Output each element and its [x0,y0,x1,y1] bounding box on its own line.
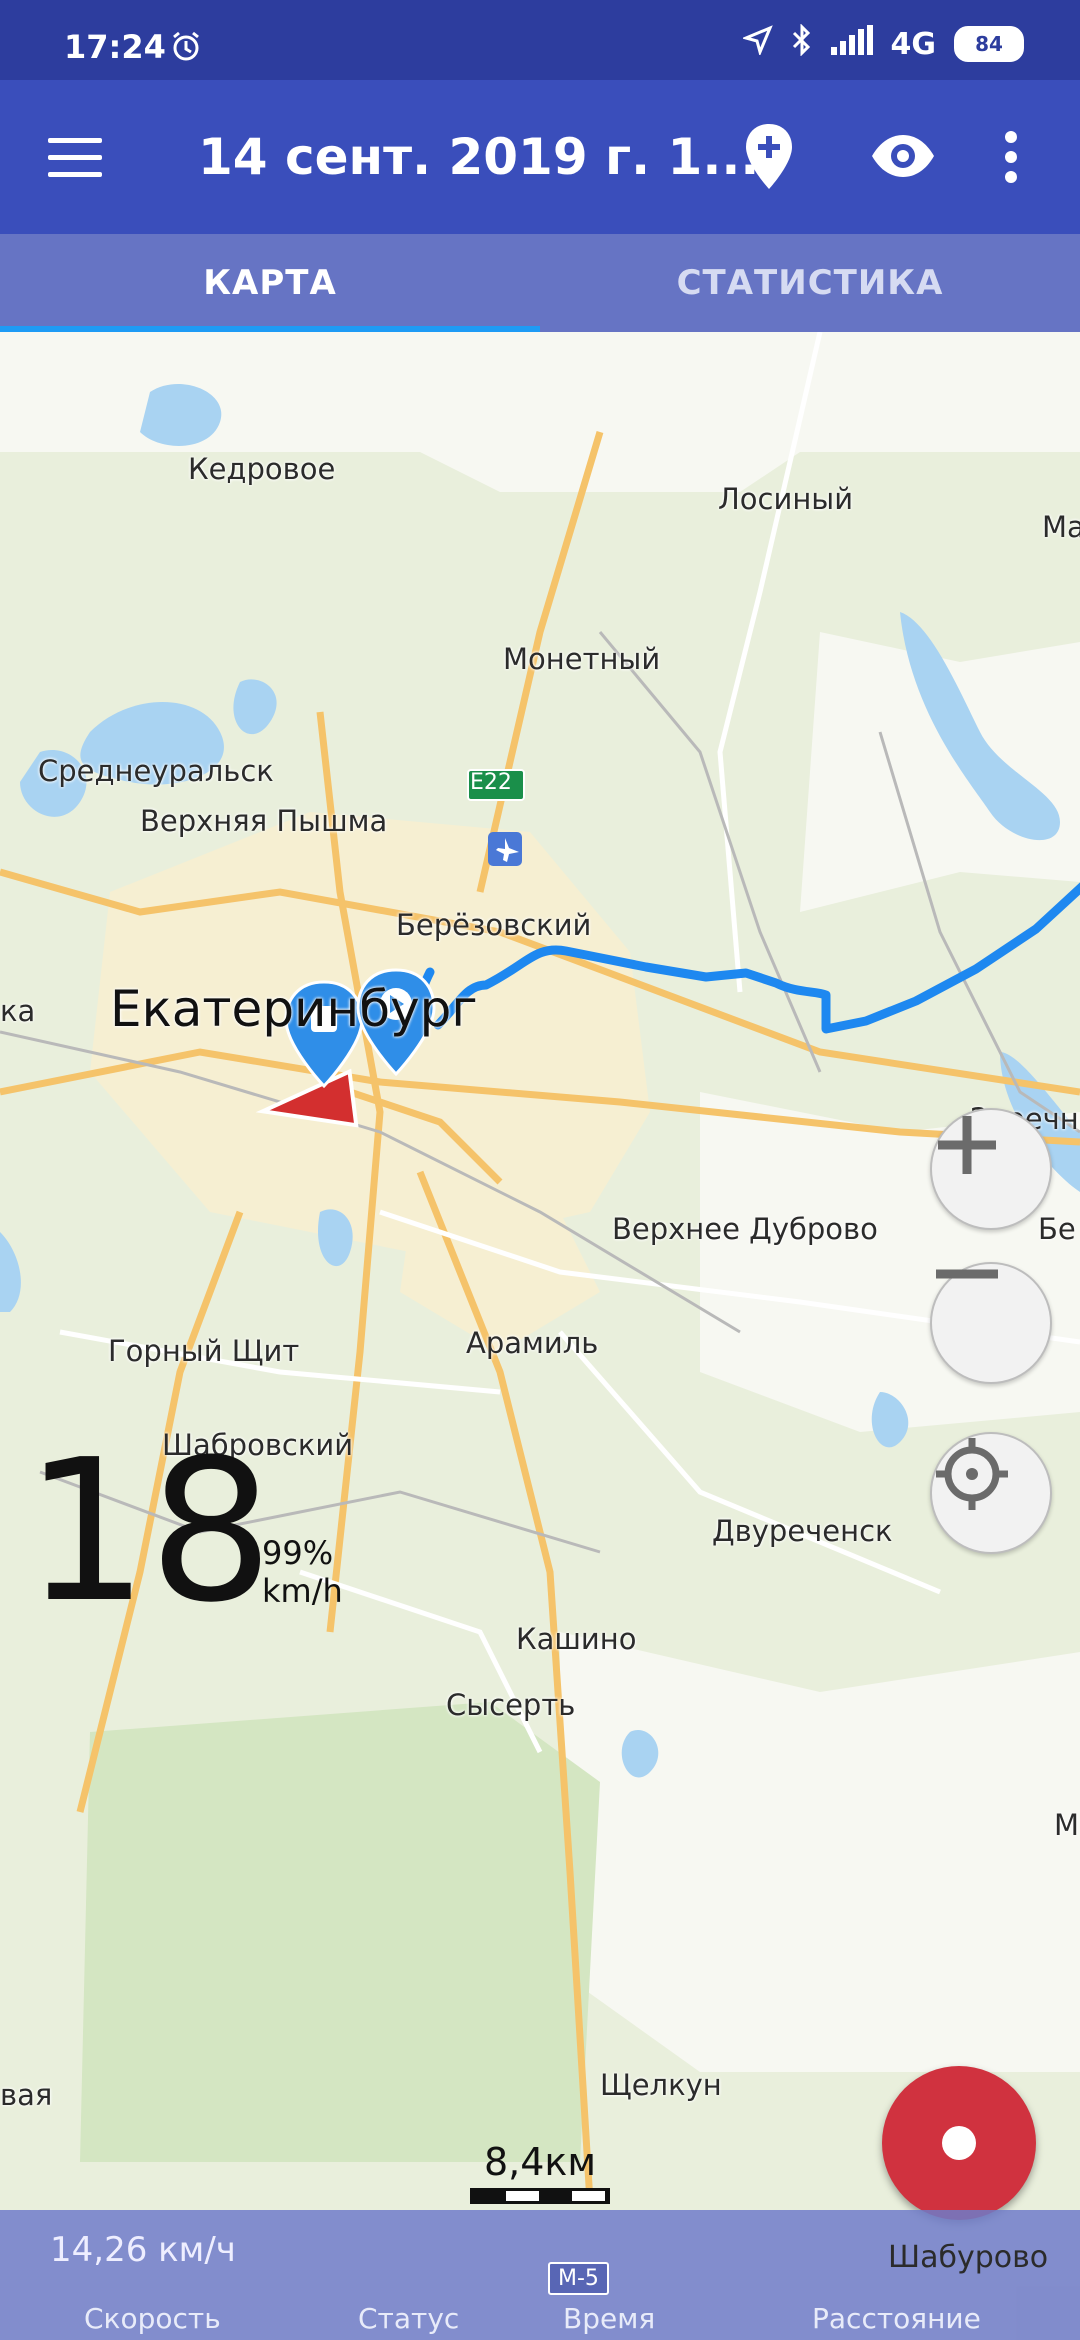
stats-bar: 14,26 км/ч M-5 Шабурово Скорость Статус … [0,2210,1080,2340]
place-label: Арамиль [466,1326,599,1360]
place-label: Верхняя Пышма [140,804,388,838]
alarm-icon [170,30,202,66]
road-label-m5: M-5 [548,2262,609,2295]
scale-label: 8,4км [483,2140,597,2184]
place-label: ка [0,994,36,1028]
clock: 17:24 [64,28,166,66]
stat-label-speed: Скорость [84,2302,221,2335]
place-label: Щелкун [600,2068,722,2102]
map-scale: 8,4км [470,2140,610,2204]
place-label: Шабурово [888,2240,1049,2275]
place-label: Сысерть [446,1688,576,1722]
road-label-e22: E22 [470,770,512,795]
place-label: Монетный [503,642,661,676]
place-label: М [1054,1808,1080,1842]
eye-icon[interactable] [870,132,936,184]
menu-icon[interactable] [48,138,102,178]
stat-label-status: Статус [358,2302,460,2335]
place-label: Двуреченск [712,1514,893,1548]
tab-map[interactable]: КАРТА [0,234,540,332]
stat-label-time: Время [563,2302,656,2335]
location-arrow-icon [740,25,773,63]
locate-button[interactable] [930,1432,1052,1554]
signal-icon [830,25,873,63]
accuracy-percent: 99% [262,1534,334,1572]
record-icon [942,2126,976,2160]
place-label: Ма [1042,510,1080,544]
speed-unit: km/h [262,1572,343,1610]
speed-stat-value: 14,26 км/ч [50,2230,236,2270]
map-canvas [0,332,1080,2210]
city-label: Екатеринбург [110,980,478,1038]
current-speed-value: 18 [24,1418,274,1646]
place-label: Лосиный [718,482,854,516]
app-bar: 14 сент. 2019 г. 1... [0,80,1080,234]
more-vert-icon[interactable] [1004,130,1018,188]
place-label: Кашино [516,1622,637,1656]
place-label: Бе [1038,1212,1076,1246]
tab-statistics[interactable]: СТАТИСТИКА [540,234,1080,332]
scale-bar [470,2188,610,2204]
record-button[interactable] [882,2066,1036,2220]
add-pin-icon[interactable] [742,122,796,196]
battery-indicator: 84 [954,26,1024,62]
place-label: Среднеуральск [38,754,274,788]
zoom-out-button[interactable] [930,1262,1052,1384]
place-label: Горный Щит [108,1334,300,1368]
place-label: Верхнее Дуброво [612,1212,878,1246]
page-title: 14 сент. 2019 г. 1... [198,128,760,186]
zoom-in-button[interactable] [930,1108,1052,1230]
network-type: 4G [890,26,937,62]
tab-bar: КАРТА СТАТИСТИКА [0,234,1080,332]
airport-icon [488,832,522,866]
place-label: Берёзовский [396,908,592,942]
place-label: вая [0,2078,53,2112]
stat-label-distance: Расстояние [812,2302,981,2335]
status-bar: 17:24 4G 84 [0,0,1080,80]
place-label: Кедровое [188,452,336,486]
map-view[interactable]: E22 Кедровое Лосиный Ма Монетный Среднеу… [0,332,1080,2210]
bluetooth-icon [791,23,813,64]
